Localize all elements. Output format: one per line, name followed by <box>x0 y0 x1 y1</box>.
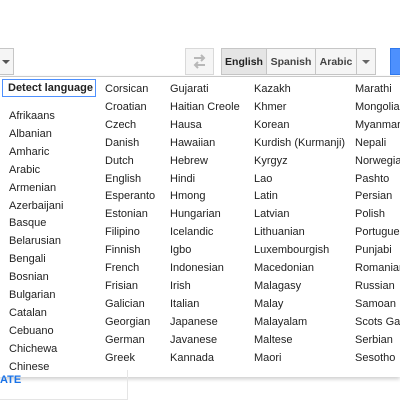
language-option[interactable]: Filipino <box>105 226 140 239</box>
language-option[interactable]: Sesotho <box>355 352 395 365</box>
language-option[interactable]: French <box>105 262 139 275</box>
target-lang-english-button[interactable]: English <box>221 48 267 75</box>
chevron-down-icon <box>2 60 10 64</box>
language-option[interactable]: Kurdish (Kurmanji) <box>254 137 345 150</box>
language-option[interactable]: Malay <box>254 298 283 311</box>
target-lang-spanish-button[interactable]: Spanish <box>266 48 316 75</box>
swap-languages-button[interactable] <box>185 48 214 75</box>
language-option[interactable]: Basque <box>9 217 46 230</box>
language-option[interactable]: Lithuanian <box>254 226 305 239</box>
language-option[interactable]: Arabic <box>9 164 40 177</box>
language-option[interactable]: Samoan <box>355 298 396 311</box>
language-option[interactable]: Hawaiian <box>170 137 215 150</box>
language-option[interactable]: Haitian Creole <box>170 101 240 114</box>
language-option[interactable]: Pashto <box>355 173 389 186</box>
language-option[interactable]: Gujarati <box>170 83 209 96</box>
language-option[interactable]: Frisian <box>105 280 138 293</box>
language-option[interactable]: Maori <box>254 352 282 365</box>
language-option[interactable]: Belarusian <box>9 235 61 248</box>
language-option[interactable]: Afrikaans <box>9 110 55 123</box>
detect-language-option[interactable]: Detect language <box>2 79 96 97</box>
swap-arrows-icon <box>193 54 206 69</box>
language-option[interactable]: Catalan <box>9 307 47 320</box>
language-option[interactable]: Italian <box>170 298 199 311</box>
language-option[interactable]: Armenian <box>9 182 56 195</box>
language-option[interactable]: Portugues <box>355 226 400 239</box>
language-option[interactable]: Georgian <box>105 316 150 329</box>
language-option[interactable]: Norwegian <box>355 155 400 168</box>
language-option[interactable]: Indonesian <box>170 262 224 275</box>
language-option[interactable]: Persian <box>355 190 392 203</box>
language-option[interactable]: Maltese <box>254 334 293 347</box>
chevron-down-icon <box>362 59 370 64</box>
language-option[interactable]: Malagasy <box>254 280 301 293</box>
language-option[interactable]: Punjabi <box>355 244 392 257</box>
language-option[interactable]: Icelandic <box>170 226 213 239</box>
language-option[interactable]: Korean <box>254 119 289 132</box>
language-option[interactable]: Dutch <box>105 155 134 168</box>
language-option[interactable]: Serbian <box>355 334 393 347</box>
source-language-menu: Detect language Afrikaans Albanian Amharic… <box>0 76 400 377</box>
language-option[interactable]: Irish <box>170 280 191 293</box>
language-option[interactable]: Corsican <box>105 83 148 96</box>
language-option[interactable]: Cebuano <box>9 325 54 338</box>
language-option[interactable]: Polish <box>355 208 385 221</box>
language-option[interactable]: Galician <box>105 298 145 311</box>
language-option[interactable]: Bengali <box>9 253 46 266</box>
language-option[interactable]: Nepali <box>355 137 386 150</box>
language-option[interactable]: Russian <box>355 280 395 293</box>
language-option[interactable]: Amharic <box>9 146 49 159</box>
language-option[interactable]: Myanmar (B <box>355 119 400 132</box>
language-option[interactable]: Mongolian <box>355 101 400 114</box>
language-option[interactable]: Kyrgyz <box>254 155 288 168</box>
language-option[interactable]: Azerbaijani <box>9 200 63 213</box>
language-option[interactable]: Croatian <box>105 101 147 114</box>
language-option[interactable]: Hmong <box>170 190 205 203</box>
language-option[interactable]: Kazakh <box>254 83 291 96</box>
language-option[interactable]: Danish <box>105 137 139 150</box>
language-option[interactable]: Macedonian <box>254 262 314 275</box>
language-option[interactable]: Bosnian <box>9 271 49 284</box>
language-option[interactable]: Latin <box>254 190 278 203</box>
source-language-dropdown[interactable] <box>0 48 14 75</box>
language-option[interactable]: Igbo <box>170 244 191 257</box>
language-option[interactable]: Hindi <box>170 173 195 186</box>
language-option[interactable]: Bulgarian <box>9 289 55 302</box>
language-option[interactable]: Marathi <box>355 83 392 96</box>
language-option[interactable]: Greek <box>105 352 135 365</box>
language-option[interactable]: English <box>105 173 141 186</box>
language-option[interactable]: Luxembourgish <box>254 244 329 257</box>
language-option[interactable]: Czech <box>105 119 136 132</box>
target-language-dropdown[interactable] <box>356 48 376 75</box>
language-option[interactable]: Japanese <box>170 316 218 329</box>
language-option[interactable]: Scots Gae <box>355 316 400 329</box>
language-option[interactable]: Finnish <box>105 244 140 257</box>
target-lang-arabic-button[interactable]: Arabic <box>315 48 357 75</box>
language-option[interactable]: Javanese <box>170 334 217 347</box>
language-option[interactable]: Khmer <box>254 101 286 114</box>
language-option[interactable]: Hausa <box>170 119 202 132</box>
language-option[interactable]: Kannada <box>170 352 214 365</box>
language-toolbar: English Spanish Arabic <box>0 44 400 78</box>
language-option[interactable]: Hungarian <box>170 208 221 221</box>
language-option[interactable]: Albanian <box>9 128 52 141</box>
language-option[interactable]: Latvian <box>254 208 289 221</box>
source-panel: ATE <box>0 370 128 400</box>
language-option[interactable]: Estonian <box>105 208 148 221</box>
language-option[interactable]: Esperanto <box>105 190 155 203</box>
language-option[interactable]: Malayalam <box>254 316 307 329</box>
language-option[interactable]: Lao <box>254 173 272 186</box>
language-option[interactable]: Romanian <box>355 262 400 275</box>
translate-link[interactable]: ATE <box>0 374 21 386</box>
language-option[interactable]: German <box>105 334 145 347</box>
language-option[interactable]: Hebrew <box>170 155 208 168</box>
translate-button[interactable] <box>390 48 400 75</box>
language-option[interactable]: Chichewa <box>9 343 57 356</box>
